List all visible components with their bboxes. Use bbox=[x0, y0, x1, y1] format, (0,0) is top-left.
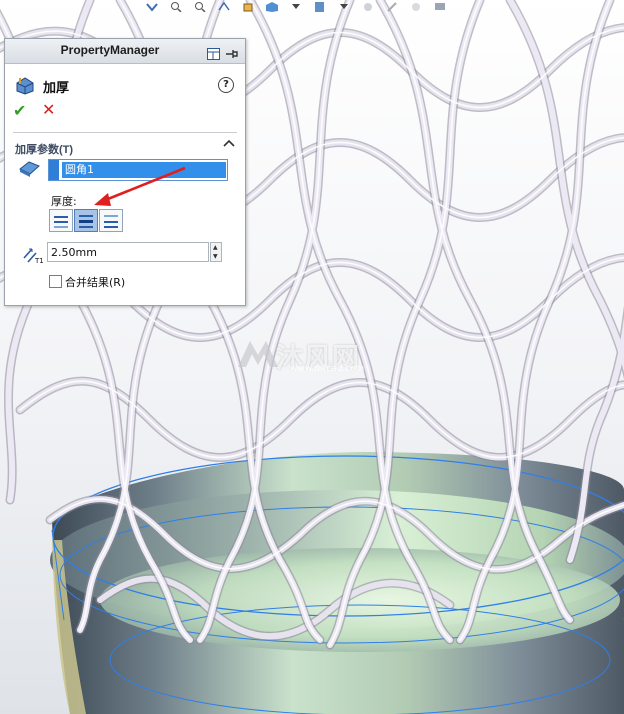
annotation-arrow bbox=[94, 166, 186, 206]
